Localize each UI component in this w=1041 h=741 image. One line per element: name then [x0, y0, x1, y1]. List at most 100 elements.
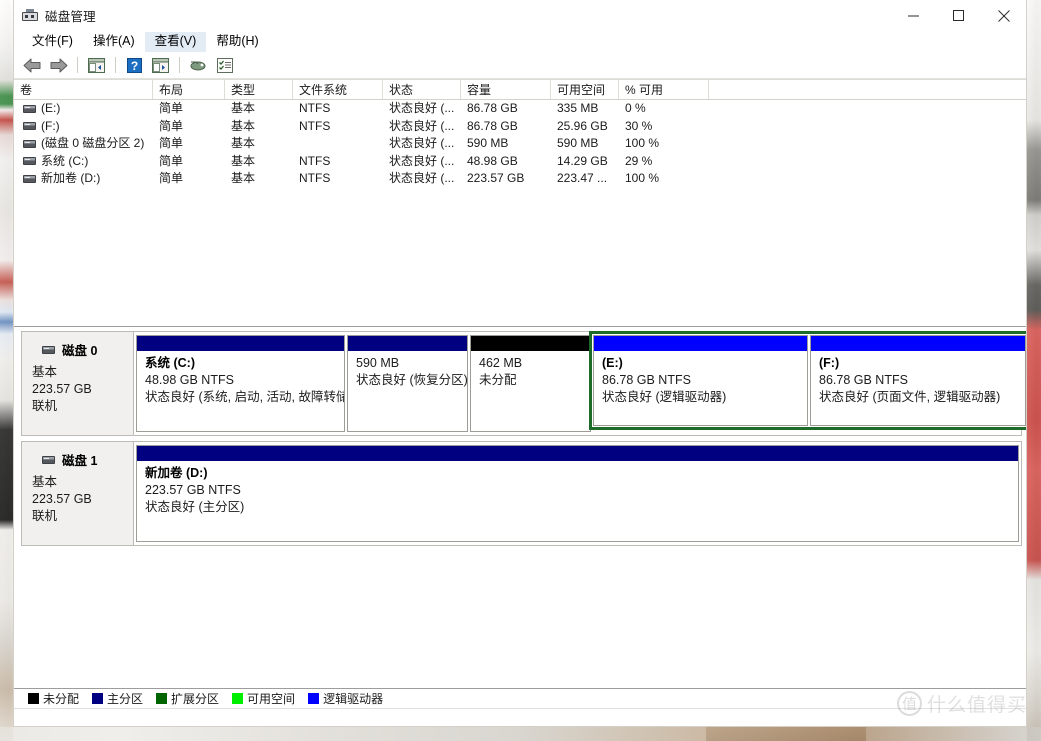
volume-label: 新加卷 (D:) [41, 171, 101, 186]
back-arrow-icon[interactable] [21, 54, 44, 76]
help-icon[interactable]: ? [123, 54, 146, 76]
cell-capacity: 86.78 GB [467, 118, 518, 133]
disk-0-size: 223.57 GB [32, 382, 92, 396]
cell-freespace: 14.29 GB [557, 153, 608, 168]
title-bar-left: 磁盘管理 [14, 6, 96, 25]
disk-1-name: 磁盘 1 [62, 454, 98, 468]
cell-layout: 简单 [159, 118, 184, 133]
cell-volume: (磁盘 0 磁盘分区 2) [14, 135, 153, 152]
partition-c-status: 状态良好 (系统, 启动, 活动, 故障转储 [145, 390, 344, 404]
cell-capacity: 223.57 GB [467, 171, 525, 186]
window-controls [891, 0, 1026, 31]
cell-filesystem: NTFS [299, 171, 331, 186]
cell-type: 基本 [231, 136, 256, 151]
partition-e-size: 86.78 GB NTFS [602, 373, 691, 387]
menu-view[interactable]: 查看(V) [144, 31, 207, 52]
partition-f-logical[interactable]: (F:) 86.78 GB NTFS 状态良好 (页面文件, 逻辑驱动器) [810, 335, 1026, 426]
rescan-disks-icon[interactable] [187, 54, 210, 76]
volume-list-header: 卷 布局 类型 文件系统 状态 容量 可用空间 % 可用 [14, 79, 1026, 100]
close-button[interactable] [981, 0, 1026, 31]
table-row[interactable]: (E:) 简单 基本 NTFS 状态良好 (... 86.78 GB 335 M… [14, 100, 1026, 118]
legend-unallocated: 未分配 [28, 690, 79, 707]
window-title: 磁盘管理 [45, 10, 96, 24]
partition-d-size: 223.57 GB NTFS [145, 483, 241, 497]
column-type[interactable]: 类型 [225, 80, 293, 99]
disk-1-title: 磁盘 1 [32, 450, 133, 469]
column-capacity[interactable]: 容量 [461, 80, 551, 99]
partition-recovery-text: 590 MB 状态良好 (恢复分区) [348, 351, 467, 389]
legend-extended-label: 扩展分区 [171, 692, 220, 706]
cell-status: 状态良好 (... [389, 136, 455, 151]
cell-filesystem: NTFS [299, 118, 331, 133]
partition-unallocated-size: 462 MB [479, 356, 523, 370]
column-status[interactable]: 状态 [383, 80, 461, 99]
legend-extended: 扩展分区 [156, 690, 219, 707]
partition-recovery[interactable]: 590 MB 状态良好 (恢复分区) [347, 335, 468, 432]
partition-e-logical[interactable]: (E:) 86.78 GB NTFS 状态良好 (逻辑驱动器) [593, 335, 808, 426]
cell-type: 基本 [231, 153, 256, 168]
partition-unallocated-status: 未分配 [479, 373, 517, 387]
legend-primary-label: 主分区 [107, 692, 144, 706]
cell-percent: 29 % [625, 153, 653, 168]
volume-list-rows: (E:) 简单 基本 NTFS 状态良好 (... 86.78 GB 335 M… [14, 100, 1026, 326]
drive-icon [23, 174, 36, 183]
table-row[interactable]: (磁盘 0 磁盘分区 2) 简单 基本 状态良好 (... 590 MB 590… [14, 135, 1026, 153]
column-freespace[interactable]: 可用空间 [551, 80, 619, 99]
toolbar-separator-2 [115, 57, 116, 73]
cell-layout: 简单 [159, 136, 184, 151]
volume-label: (E:) [41, 101, 61, 116]
svg-text:?: ? [131, 59, 138, 73]
disk-row-1[interactable]: 磁盘 1 基本 223.57 GB 联机 新加卷 (D:) 223.57 GB … [21, 441, 1022, 546]
column-volume[interactable]: 卷 [14, 80, 153, 99]
cell-layout: 简单 [159, 101, 184, 116]
cell-status: 状态良好 (... [389, 153, 455, 168]
forward-arrow-icon[interactable] [47, 54, 70, 76]
disk-row-0[interactable]: 磁盘 0 基本 223.57 GB 联机 系统 (C:) 48.98 GB NT… [21, 331, 1026, 436]
disk-management-icon [22, 8, 38, 23]
menu-help[interactable]: 帮助(H) [206, 32, 268, 52]
column-percent-free[interactable]: % 可用 [619, 80, 709, 99]
cell-freespace: 590 MB [557, 136, 599, 151]
menu-action[interactable]: 操作(A) [83, 32, 145, 52]
table-row[interactable]: 新加卷 (D:) 简单 基本 NTFS 状态良好 (... 223.57 GB … [14, 170, 1026, 188]
partition-unallocated[interactable]: 462 MB 未分配 [470, 335, 591, 432]
menu-bar: 文件(F) 操作(A) 查看(V) 帮助(H) [14, 31, 1026, 52]
table-row[interactable]: 系统 (C:) 简单 基本 NTFS 状态良好 (... 48.98 GB 14… [14, 153, 1026, 171]
partition-c-bar [137, 336, 344, 351]
cell-type: 基本 [231, 118, 256, 133]
disk-0-title: 磁盘 0 [32, 340, 133, 359]
maximize-button[interactable] [936, 0, 981, 31]
column-filesystem[interactable]: 文件系统 [293, 80, 383, 99]
disk-1-type: 基本 [32, 475, 58, 489]
partition-f-name: (F:) [819, 356, 840, 370]
cell-percent: 100 % [625, 136, 660, 151]
partition-c-system[interactable]: 系统 (C:) 48.98 GB NTFS 状态良好 (系统, 启动, 活动, … [136, 335, 345, 432]
title-bar[interactable]: 磁盘管理 [14, 0, 1026, 31]
properties-icon[interactable] [213, 54, 236, 76]
legend-unallocated-swatch [28, 693, 39, 704]
disk-1-info[interactable]: 磁盘 1 基本 223.57 GB 联机 [22, 442, 134, 545]
cell-status: 状态良好 (... [389, 118, 455, 133]
table-row[interactable]: (F:) 简单 基本 NTFS 状态良好 (... 86.78 GB 25.96… [14, 118, 1026, 136]
cell-capacity: 48.98 GB [467, 153, 518, 168]
status-bar [14, 708, 1026, 726]
volume-label: 系统 (C:) [41, 153, 89, 168]
minimize-button[interactable] [891, 0, 936, 31]
partition-c-size: 48.98 GB NTFS [145, 373, 234, 387]
partition-d-newvolume[interactable]: 新加卷 (D:) 223.57 GB NTFS 状态良好 (主分区) [136, 445, 1019, 542]
disk-graphical-view: 磁盘 0 基本 223.57 GB 联机 系统 (C:) 48.98 GB NT… [14, 327, 1026, 688]
cell-volume: 新加卷 (D:) [14, 170, 153, 187]
show-action-pane-icon[interactable] [149, 54, 172, 76]
disk-0-info[interactable]: 磁盘 0 基本 223.57 GB 联机 [22, 332, 134, 435]
column-layout[interactable]: 布局 [153, 80, 225, 99]
extended-partition-container[interactable]: (E:) 86.78 GB NTFS 状态良好 (逻辑驱动器) (F:) 86.… [589, 331, 1026, 430]
partition-e-status: 状态良好 (逻辑驱动器) [602, 390, 727, 404]
show-hide-tree-icon[interactable] [85, 54, 108, 76]
volume-list[interactable]: 卷 布局 类型 文件系统 状态 容量 可用空间 % 可用 (E:) 简单 基本 … [14, 79, 1026, 327]
legend-logical-drive: 逻辑驱动器 [308, 690, 383, 707]
menu-file[interactable]: 文件(F) [22, 32, 83, 52]
partition-d-text: 新加卷 (D:) 223.57 GB NTFS 状态良好 (主分区) [137, 461, 1018, 516]
legend-primary: 主分区 [92, 690, 143, 707]
partition-d-bar [137, 446, 1018, 461]
toolbar-separator-3 [179, 57, 180, 73]
